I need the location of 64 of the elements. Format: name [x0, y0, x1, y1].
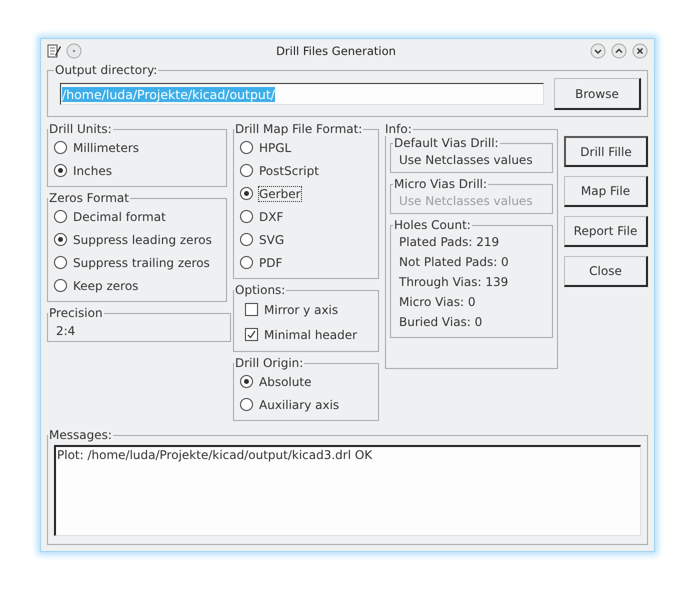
radio-option[interactable]: Gerber: [240, 182, 372, 205]
radio-option[interactable]: Suppress trailing zeros: [54, 251, 220, 274]
group-label: Zeros Format: [48, 191, 130, 205]
radio-option[interactable]: Millimeters: [54, 136, 220, 159]
group-label: Messages:: [48, 428, 113, 442]
count-text: Through Vias: 139: [399, 274, 510, 291]
messages-box[interactable]: Plot: /home/luda/Projekte/kicad/output/kicad3.drl OK: [54, 445, 641, 536]
info-value: Use Netclasses values: [399, 152, 534, 167]
radio-button[interactable]: [240, 256, 253, 269]
count-text: Not Plated Pads: 0: [399, 254, 510, 271]
maximize-icon[interactable]: [611, 43, 627, 59]
group-label: Info:: [384, 122, 413, 136]
radio-option[interactable]: DXF: [240, 205, 372, 228]
radio-button[interactable]: [54, 141, 67, 154]
radio-option[interactable]: SVG: [240, 228, 372, 251]
group-label: Default Vias Drill:: [393, 136, 500, 150]
minimize-icon[interactable]: [590, 43, 606, 59]
precision-value: 2:4: [55, 323, 76, 340]
window-title: Drill Files Generation: [275, 44, 397, 58]
radio-button[interactable]: [54, 210, 67, 223]
info-value: Use Netclasses values: [399, 193, 534, 208]
radio-button[interactable]: [240, 164, 253, 177]
radio-button[interactable]: [240, 233, 253, 246]
radio-option[interactable]: Decimal format: [54, 205, 220, 228]
radio-button[interactable]: [54, 233, 67, 246]
checkbox[interactable]: [245, 303, 258, 316]
message-text: Plot: /home/luda/Projekte/kicad/output/kicad3.drl OK: [57, 448, 372, 462]
radio-button[interactable]: [54, 279, 67, 292]
group-label: Holes Count:: [393, 218, 472, 232]
radio-option[interactable]: PostScript: [240, 159, 372, 182]
group-label: Drill Map File Format:: [234, 122, 364, 136]
checkbox[interactable]: [245, 328, 258, 341]
group-label: Drill Origin:: [234, 356, 304, 370]
browse-button[interactable]: Browse: [554, 78, 641, 110]
app-icon[interactable]: [47, 43, 61, 59]
action-button[interactable]: Drill Fille: [564, 136, 648, 167]
action-button[interactable]: Report File: [564, 216, 648, 247]
radio-button[interactable]: [240, 375, 253, 388]
radio-button[interactable]: [54, 256, 67, 269]
count-text: Plated Pads: 219: [399, 234, 500, 251]
radio-option[interactable]: Keep zeros: [54, 274, 220, 297]
radio-button[interactable]: [240, 141, 253, 154]
group-label: Precision: [48, 306, 104, 320]
checkbox-option[interactable]: Minimal header: [240, 322, 372, 347]
count-text: Buried Vias: 0: [399, 314, 484, 331]
radio-option[interactable]: Suppress leading zeros: [54, 228, 220, 251]
action-button[interactable]: Map File: [564, 176, 648, 207]
radio-button[interactable]: [240, 210, 253, 223]
action-button[interactable]: Close: [564, 256, 648, 287]
radio-option[interactable]: Inches: [54, 159, 220, 182]
checkbox-option[interactable]: Mirror y axis: [240, 297, 372, 322]
radio-option[interactable]: Absolute: [240, 370, 372, 393]
radio-option[interactable]: HPGL: [240, 136, 372, 159]
close-icon[interactable]: [632, 43, 648, 59]
group-label: Options:: [234, 283, 286, 297]
group-label: Drill Units:: [48, 122, 113, 136]
count-text: Micro Vias: 0: [399, 294, 476, 311]
group-label: Output directory:: [54, 63, 158, 77]
radio-button[interactable]: [240, 398, 253, 411]
radio-button[interactable]: [54, 164, 67, 177]
radio-option[interactable]: Auxiliary axis: [240, 393, 372, 416]
group-label: Micro Vias Drill:: [393, 177, 488, 191]
radio-button[interactable]: [240, 187, 253, 200]
radio-option[interactable]: PDF: [240, 251, 372, 274]
